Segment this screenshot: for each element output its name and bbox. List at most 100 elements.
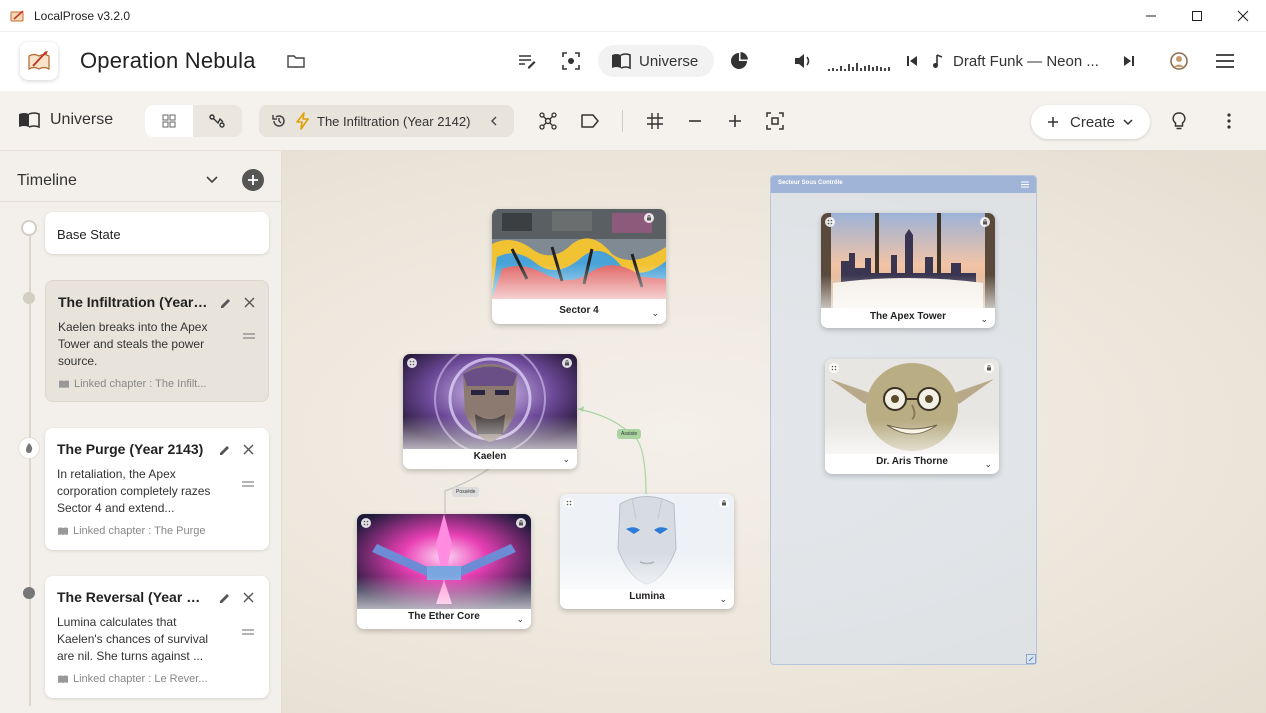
expand-entity-button[interactable]: ⌄ [984,459,992,470]
expand-entity-button[interactable]: ⌄ [651,308,659,319]
plus-icon [729,115,741,127]
entity-drag-handle[interactable] [361,518,371,528]
track-title[interactable]: Draft Funk — Neon ... [953,53,1099,70]
main-menu-button[interactable] [1213,49,1237,73]
entity-card-aris-thorne[interactable]: Dr. Aris Thorne ⌄ [825,359,999,474]
grid-view-button[interactable] [145,105,193,137]
lock-icon [987,365,991,371]
app-logo-button[interactable] [20,42,58,80]
linked-chapter-label: Linked chapter : The Purge [73,525,206,537]
expand-entity-button[interactable]: ⌄ [516,614,524,625]
expand-entity-button[interactable]: ⌄ [980,314,988,325]
lock-icon [722,500,726,506]
timeline-item-title: The Reversal (Year 21... [57,589,207,605]
relations-button[interactable] [538,111,558,131]
project-title: Operation Nebula [80,48,256,73]
timeline-item-title: The Infiltration (Year ... [58,294,208,310]
relation-label-possede[interactable]: Possède [452,487,480,497]
edit-item-button[interactable] [219,444,231,456]
timeline-state-selector[interactable]: The Infiltration (Year 2142) [259,105,514,137]
skip-next-icon [1124,56,1134,66]
remove-item-button[interactable] [243,592,254,603]
timeline-item-title: The Purge (Year 2143) [57,441,204,457]
drag-handle[interactable] [242,629,254,635]
expand-entity-button[interactable]: ⌄ [719,594,727,605]
lightning-icon [296,112,309,130]
edit-item-button[interactable] [220,297,232,309]
view-mode-toggle [145,105,242,137]
ideas-button[interactable] [1169,111,1189,131]
universe-tab-label: Universe [639,53,699,70]
drag-handle-icon [242,481,254,487]
pencil-icon [220,594,229,603]
universe-tab[interactable]: Universe [598,45,714,77]
relation-line-assiste [577,408,647,495]
entity-card-lumina[interactable]: Lumina ⌄ [560,494,734,609]
universe-canvas[interactable]: Possède Assiste Secteur Sous Contrôle Se… [282,151,1266,713]
drag-handle[interactable] [242,481,254,487]
linked-chapter[interactable]: Linked chapter : The Purge [57,525,206,537]
entity-drag-handle[interactable] [564,498,574,508]
relation-label-assiste[interactable]: Assiste [617,429,642,439]
graph-view-button[interactable] [193,105,241,137]
timeline-item-purge[interactable]: The Purge (Year 2143) In retaliation, th… [45,428,269,550]
entity-card-apex-tower[interactable]: The Apex Tower ⌄ [821,213,995,328]
resize-handle-icon[interactable] [1026,654,1036,664]
entity-name: Kaelen [473,451,507,462]
network-icon [539,112,557,130]
drag-handle[interactable] [243,333,255,339]
linked-chapter-label: Linked chapter : Le Rever... [73,673,208,685]
entity-menu-button[interactable] [719,498,729,508]
add-timeline-state-button[interactable] [242,169,264,191]
entity-menu-button[interactable] [516,518,526,528]
timeline-item-infiltration[interactable]: The Infiltration (Year ... Kaelen breaks… [45,280,269,402]
entity-menu-button[interactable] [984,363,994,373]
create-button[interactable]: Create [1031,105,1150,139]
history-icon [272,115,285,127]
expand-entity-button[interactable]: ⌄ [562,454,570,465]
snap-grid-button[interactable] [645,111,665,131]
entity-menu-button[interactable] [980,217,990,227]
focus-mode-button[interactable] [559,49,583,73]
app-logo-icon [10,9,26,23]
remove-item-button[interactable] [243,444,254,455]
group-header[interactable]: Secteur Sous Contrôle [771,176,1036,193]
volume-icon [795,54,810,68]
timeline-item-reversal[interactable]: The Reversal (Year 21... Lumina calculat… [45,576,269,698]
pie-chart-icon [731,52,748,69]
linked-chapter[interactable]: Linked chapter : Le Rever... [57,673,208,685]
more-options-button[interactable] [1219,111,1239,131]
linked-chapter[interactable]: Linked chapter : The Infilt... [58,378,206,390]
timeline-item-base-state[interactable]: Base State [45,212,269,254]
entity-card-kaelen[interactable]: Kaelen ⌄ [403,354,577,469]
entity-drag-handle[interactable] [407,358,417,368]
tags-button[interactable] [580,111,600,131]
open-folder-button[interactable] [286,52,306,70]
close-window-button[interactable] [1220,0,1266,31]
profile-button[interactable] [1167,49,1191,73]
write-mode-button[interactable] [515,49,539,73]
previous-track-button[interactable] [906,55,918,67]
entity-drag-handle[interactable] [829,363,839,373]
entity-menu-button[interactable] [562,358,572,368]
zoom-out-button[interactable] [685,111,705,131]
next-track-button[interactable] [1123,55,1135,67]
remove-item-button[interactable] [244,297,255,308]
stats-button[interactable] [727,49,751,73]
fit-view-button[interactable] [765,111,785,131]
section-title: Universe [50,111,114,128]
divider [0,201,281,202]
minimize-button[interactable] [1128,0,1174,31]
chevron-down-icon [206,176,218,184]
close-icon [244,297,255,308]
collapse-timeline-button[interactable] [204,171,220,187]
linked-chapter-label: Linked chapter : The Infilt... [74,378,207,390]
entity-card-sector-4[interactable]: Sector 4 ⌄ [492,209,666,324]
entity-card-ether-core[interactable]: The Ether Core ⌄ [357,514,531,629]
edit-item-button[interactable] [219,592,231,604]
volume-button[interactable] [793,52,815,70]
entity-drag-handle[interactable] [825,217,835,227]
zoom-in-button[interactable] [725,111,745,131]
maximize-button[interactable] [1174,0,1220,31]
entity-menu-button[interactable] [644,213,654,223]
